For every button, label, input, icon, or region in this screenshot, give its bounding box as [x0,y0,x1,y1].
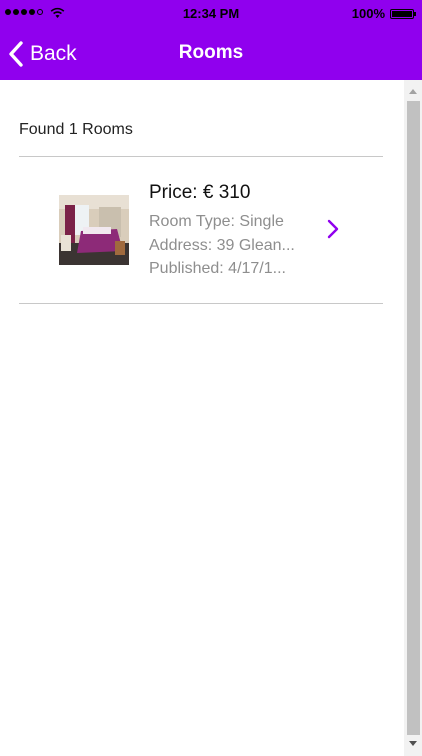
room-address: Address: 39 Glean... [149,236,295,254]
room-price: Price: € 310 [149,182,251,203]
vertical-scrollbar[interactable] [404,80,422,756]
scroll-up-arrow-icon[interactable] [408,88,418,95]
chevron-right-icon [327,219,339,239]
status-bar: 12:34 PM 100% [0,0,422,28]
room-thumbnail [59,195,129,265]
room-published-date: Published: 4/17/1... [149,260,286,277]
rooms-list: Found 1 Rooms Price: € 310 Room Type: Si… [0,80,404,756]
room-details: Price: € 310 Room Type: Single Address: … [149,182,314,281]
divider [19,303,383,304]
room-type: Room Type: Single [149,213,284,230]
battery-percentage: 100% [351,6,385,21]
navigation-bar: Back Rooms [0,28,422,80]
battery-icon [390,9,416,19]
scroll-down-arrow-icon[interactable] [408,740,418,747]
room-list-item[interactable]: Price: € 310 Room Type: Single Address: … [19,157,383,303]
results-count: Found 1 Rooms [19,121,133,138]
page-title: Rooms [178,42,244,63]
scrollbar-thumb[interactable] [407,101,420,735]
